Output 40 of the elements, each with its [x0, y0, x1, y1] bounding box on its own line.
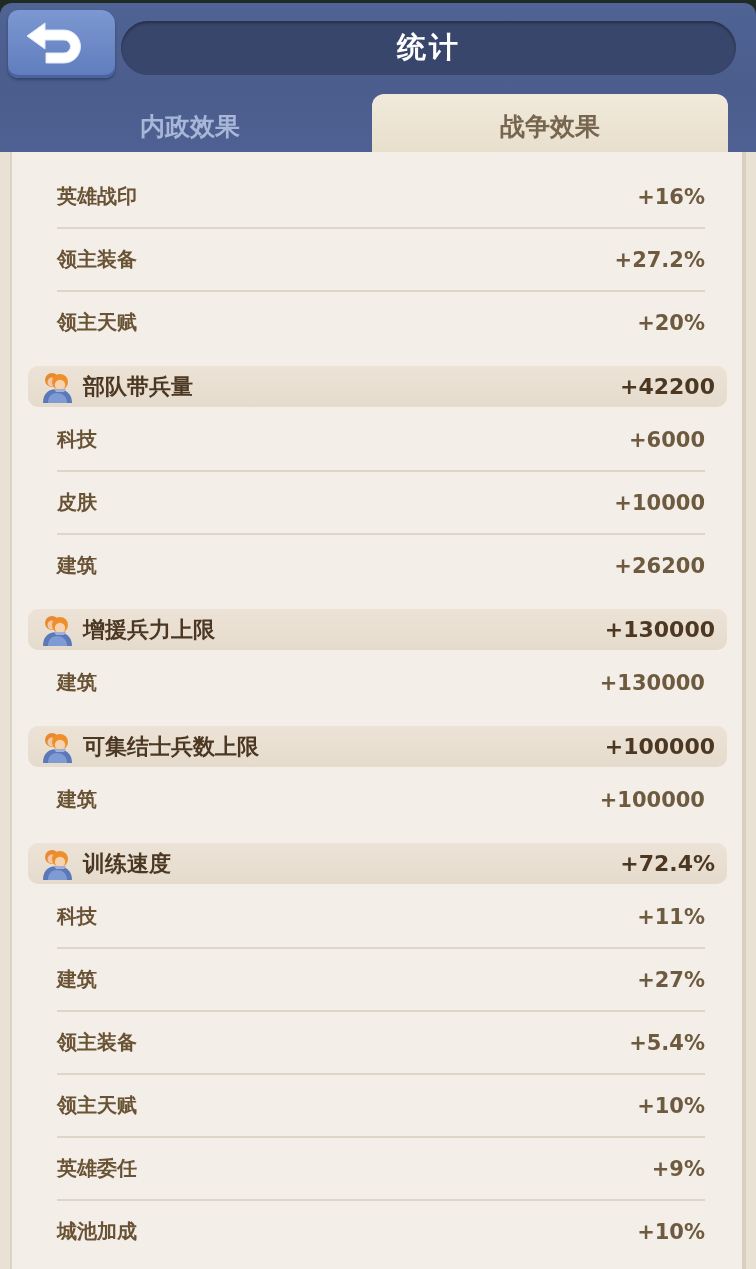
stat-value: +10%	[637, 1093, 705, 1118]
stat-value: +130000	[599, 670, 705, 695]
back-button[interactable]	[8, 10, 115, 78]
stat-value: +5.4%	[629, 1030, 705, 1055]
section-total: +42200	[620, 374, 715, 399]
stat-value: +20%	[637, 310, 705, 335]
section-total: +72.4%	[620, 851, 715, 876]
stat-value: +16%	[637, 184, 705, 209]
stat-value: +27%	[637, 967, 705, 992]
section-title: 部队带兵量	[83, 372, 194, 401]
stat-label: 建筑	[57, 552, 97, 579]
stat-label: 领主天赋	[57, 1092, 137, 1119]
stat-label: 英雄战印	[57, 183, 137, 210]
stat-value: +100000	[599, 787, 705, 812]
section-total: +100000	[604, 734, 715, 759]
stat-value: +10000	[614, 490, 705, 515]
stat-label: 领主装备	[57, 246, 137, 273]
stat-label: 皮肤	[57, 489, 97, 516]
stat-label: 英雄委任	[57, 1155, 137, 1182]
tab[interactable]: 内政效果	[12, 94, 369, 152]
stat-label: 领主天赋	[57, 309, 137, 336]
section-total: +130000	[604, 617, 715, 642]
section-title: 可集结士兵数上限	[83, 732, 260, 761]
stat-label: 建筑	[57, 966, 97, 993]
stat-label: 科技	[57, 426, 97, 453]
stat-label: 建筑	[57, 669, 97, 696]
window-title: 统计	[396, 29, 461, 66]
tab[interactable]: 战争效果	[371, 94, 728, 152]
stat-label: 城池加成	[57, 1218, 137, 1245]
stat-label: 领主装备	[57, 1029, 137, 1056]
stat-label: 建筑	[57, 786, 97, 813]
stat-value: +10%	[637, 1219, 705, 1244]
stat-value: +11%	[637, 904, 705, 929]
section-title: 增援兵力上限	[83, 615, 216, 644]
stat-value: +27.2%	[614, 247, 705, 272]
stat-value: +26200	[614, 553, 705, 578]
stat-value: +6000	[628, 427, 705, 452]
section-title: 训练速度	[83, 849, 172, 878]
stat-value: +9%	[651, 1156, 705, 1181]
stat-label: 科技	[57, 903, 97, 930]
